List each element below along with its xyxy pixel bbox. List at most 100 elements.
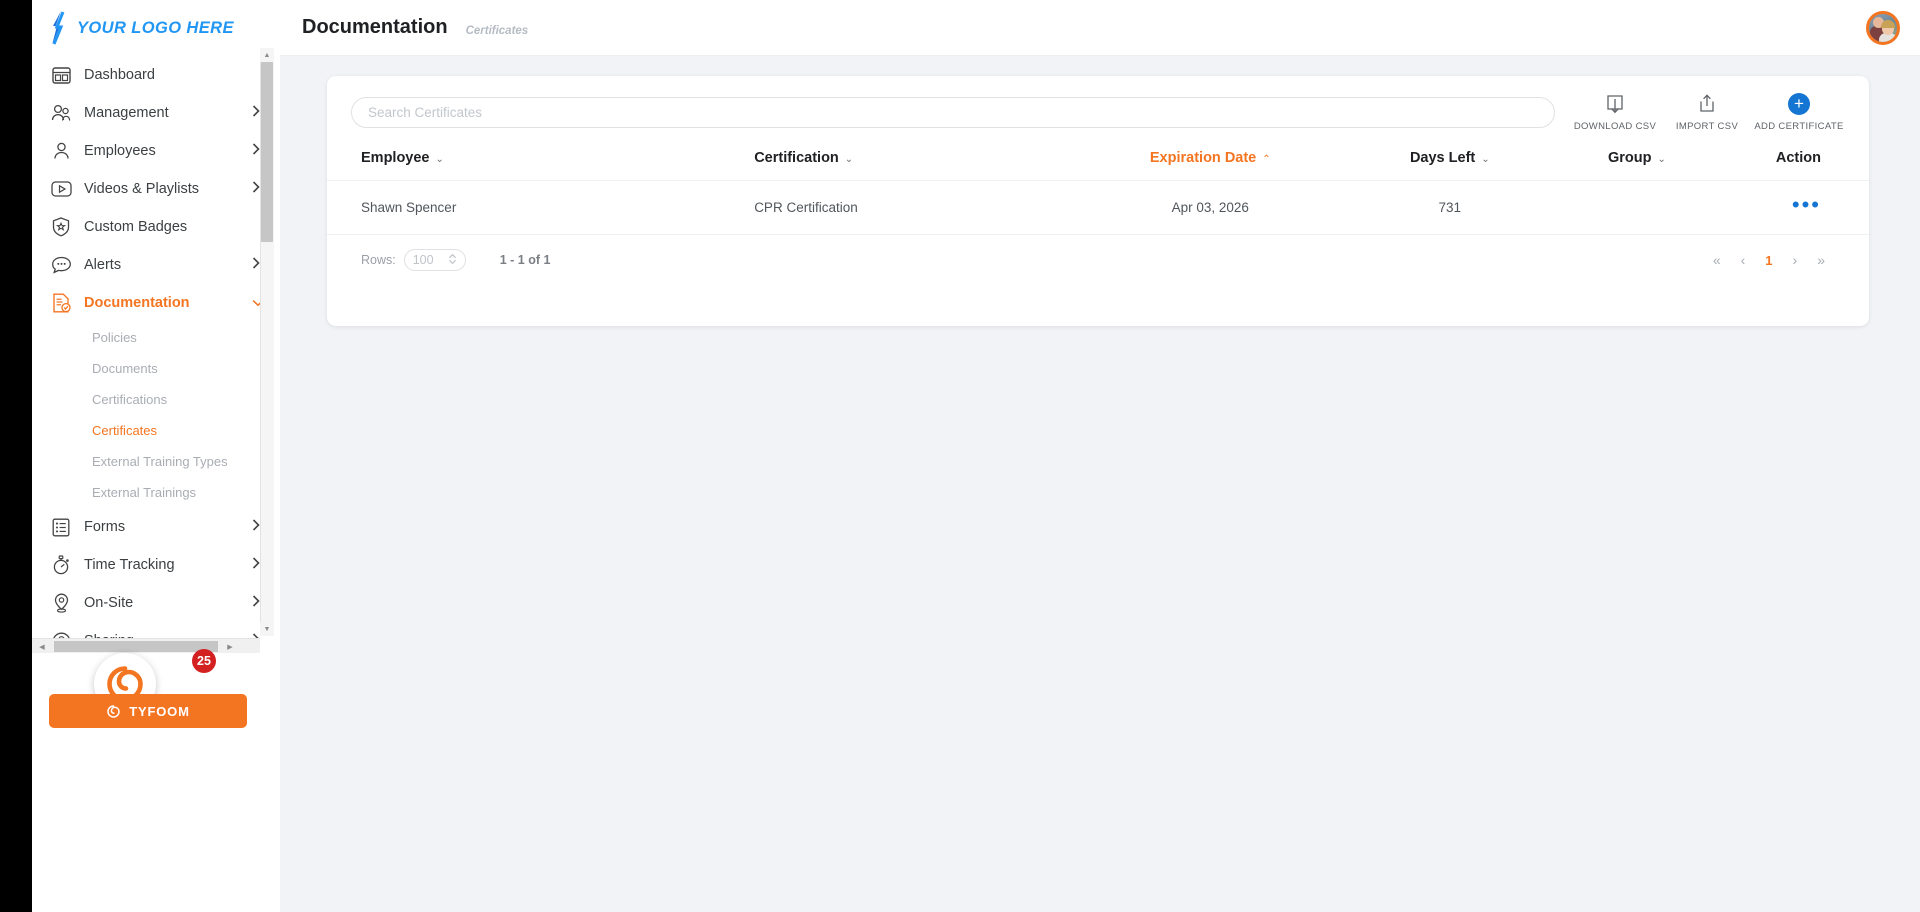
certificates-card: DOWNLOAD CSV IMPORT CSV + ADD CERTIFICAT… — [327, 76, 1869, 326]
sidebar-item-label: Documentation — [84, 295, 190, 311]
sort-chevron-down-icon: ⌄ — [1657, 154, 1666, 165]
sidebar-item-alerts[interactable]: Alerts — [32, 246, 280, 284]
sidebar-item-dashboard[interactable]: Dashboard — [32, 56, 280, 94]
certificates-table: Employee ⌄ Certification ⌄ Expiration Date… — [327, 144, 1869, 235]
breadcrumb: Certificates — [465, 24, 529, 37]
sidebar-item-custom-badges[interactable]: Custom Badges — [32, 208, 280, 246]
rows-per-page-select[interactable]: 100 — [403, 249, 466, 271]
sidebar-item-on-site[interactable]: On-Site — [32, 584, 280, 622]
column-label: Action — [1775, 150, 1821, 166]
add-certificate-button[interactable]: + ADD CERTIFICATE — [1753, 92, 1845, 132]
sidebar-item-label: Dashboard — [84, 67, 155, 83]
sidebar-subitem-certificates[interactable]: Certificates — [32, 415, 280, 446]
sidebar-item-management[interactable]: Management — [32, 94, 280, 132]
column-label: Employee — [361, 150, 430, 166]
sort-chevron-down-icon: ⌄ — [844, 154, 854, 165]
current-page-number[interactable]: 1 — [1765, 253, 1772, 268]
plus-circle-icon: + — [1788, 93, 1810, 115]
sidebar-item-time-tracking[interactable]: Time Tracking — [32, 546, 280, 584]
sidebar-subitem-documents[interactable]: Documents — [32, 353, 280, 384]
download-csv-label: DOWNLOAD CSV — [1573, 121, 1657, 132]
scroll-right-icon[interactable]: ▶ — [222, 639, 238, 654]
sidebar-subitem-external-training-types[interactable]: External Training Types — [32, 446, 280, 477]
sidebar-item-label: Videos & Playlists — [84, 181, 199, 197]
scroll-down-icon[interactable]: ▼ — [260, 622, 274, 636]
first-page-button[interactable]: « — [1713, 252, 1721, 268]
import-csv-label: IMPORT CSV — [1675, 121, 1739, 132]
sidebar-vertical-scrollbar-thumb[interactable] — [261, 62, 273, 242]
toolbar-buttons: DOWNLOAD CSV IMPORT CSV + ADD CERTIFICAT… — [1569, 92, 1845, 132]
sidebar-horizontal-scrollbar-thumb[interactable] — [54, 641, 218, 652]
cell-action: ••• — [1719, 180, 1869, 235]
column-header-expiration-date[interactable]: Expiration Date ⌃ — [1075, 144, 1345, 181]
sidebar-item-label: Time Tracking — [84, 557, 175, 573]
forms-icon — [50, 516, 72, 538]
sidebar-item-employees[interactable]: Employees — [32, 132, 280, 170]
cell-group — [1554, 180, 1720, 235]
column-header-group[interactable]: Group ⌄ — [1554, 144, 1720, 181]
sidebar-subitem-certifications[interactable]: Certifications — [32, 384, 280, 415]
sidebar-item-label: Custom Badges — [84, 219, 188, 235]
search-certificates-box[interactable] — [351, 96, 1555, 128]
scroll-left-icon[interactable]: ◀ — [34, 639, 50, 654]
sidebar-nav: Dashboard Management Employees Videos & … — [32, 56, 280, 638]
documentation-icon — [50, 292, 72, 314]
slash-logo-icon — [48, 11, 68, 45]
rows-label: Rows: — [361, 253, 396, 267]
download-csv-button[interactable]: DOWNLOAD CSV — [1569, 92, 1661, 132]
main-content: DOWNLOAD CSV IMPORT CSV + ADD CERTIFICAT… — [280, 56, 1920, 912]
table-row[interactable]: Shawn Spencer CPR Certification Apr 03, … — [327, 180, 1869, 235]
tyfoom-brand-zone: 25 TYFOOM — [32, 649, 280, 773]
cell-certification: CPR Certification — [746, 180, 1076, 235]
sidebar-item-videos-playlists[interactable]: Videos & Playlists — [32, 170, 280, 208]
cell-employee: Shawn Spencer — [327, 180, 747, 235]
table-header: Employee ⌄ Certification ⌄ Expiration Date… — [327, 144, 1869, 181]
sharing-icon — [50, 630, 72, 638]
video-icon — [50, 178, 72, 200]
column-header-certification[interactable]: Certification ⌄ — [746, 144, 1076, 181]
column-label: Expiration Date — [1149, 150, 1257, 166]
alerts-icon — [50, 254, 72, 276]
badge-icon — [50, 216, 72, 238]
download-csv-icon — [1606, 93, 1624, 115]
sidebar-item-sharing[interactable]: Sharing — [32, 622, 280, 638]
import-csv-icon — [1698, 93, 1716, 115]
app-root: YOUR LOGO HERE Dashboard Management Empl… — [32, 0, 1920, 912]
pagination-controls: « ‹ 1 › » — [1713, 252, 1825, 268]
sidebar-item-forms[interactable]: Forms — [32, 508, 280, 546]
sidebar-subitem-external-trainings[interactable]: External Trainings — [32, 477, 280, 508]
sidebar: YOUR LOGO HERE Dashboard Management Empl… — [32, 0, 280, 912]
management-icon — [50, 102, 72, 124]
sidebar-item-documentation[interactable]: Documentation — [32, 284, 280, 322]
top-header: Documentation Certificates — [280, 0, 1920, 56]
on-site-icon — [50, 592, 72, 614]
tyfoom-button-label: TYFOOM — [129, 703, 190, 719]
column-header-days-left[interactable]: Days Left ⌄ — [1345, 144, 1555, 181]
sidebar-subitem-policies[interactable]: Policies — [32, 322, 280, 353]
import-csv-button[interactable]: IMPORT CSV — [1661, 92, 1753, 132]
pagination-range: 1 - 1 of 1 — [499, 253, 551, 267]
sidebar-item-label: Alerts — [84, 257, 122, 273]
next-page-button[interactable]: › — [1793, 252, 1798, 268]
column-header-action: Action — [1719, 144, 1869, 181]
search-input[interactable] — [368, 104, 1538, 120]
tyfoom-mini-icon — [107, 704, 121, 718]
column-header-employee[interactable]: Employee ⌄ — [327, 144, 747, 181]
row-actions-menu-button[interactable]: ••• — [1792, 192, 1821, 217]
scroll-up-icon[interactable]: ▲ — [260, 48, 274, 62]
column-label: Days Left — [1409, 150, 1476, 166]
card-toolbar: DOWNLOAD CSV IMPORT CSV + ADD CERTIFICAT… — [327, 76, 1869, 132]
column-label: Certification — [754, 150, 839, 166]
previous-page-button[interactable]: ‹ — [1741, 252, 1746, 268]
sort-chevron-down-icon: ⌄ — [435, 154, 444, 165]
sidebar-item-label: Management — [84, 105, 169, 121]
last-page-button[interactable]: » — [1817, 252, 1825, 268]
sidebar-item-label: Forms — [84, 519, 126, 535]
table-body: Shawn Spencer CPR Certification Apr 03, … — [327, 180, 1869, 235]
cell-days-left: 731 — [1345, 180, 1555, 235]
sidebar-horizontal-scrollbar-track[interactable]: ◀ ▶ — [32, 638, 260, 653]
column-label: Group — [1607, 150, 1652, 166]
avatar[interactable] — [1866, 10, 1900, 45]
tyfoom-button[interactable]: TYFOOM — [49, 694, 247, 728]
logo[interactable]: YOUR LOGO HERE — [32, 0, 280, 56]
